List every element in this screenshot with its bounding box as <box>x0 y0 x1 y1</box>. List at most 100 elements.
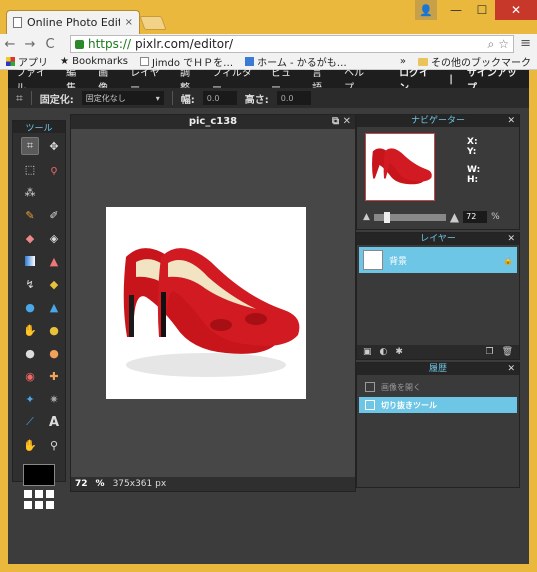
grid-cell <box>24 501 32 509</box>
browser-tab[interactable]: Online Photo Editor × <box>6 10 140 34</box>
lock-icon[interactable]: 🔒 <box>503 256 513 265</box>
empty-slot <box>45 183 63 201</box>
chevron-down-icon: ▾ <box>155 93 160 103</box>
red-eye-tool-icon[interactable]: ◉ <box>21 367 39 385</box>
layers-panel: レイヤー ✕ 背景 🔒 ▣ ◐ ✱ ❐ 🗑 <box>356 232 520 360</box>
reload-icon[interactable]: C <box>44 37 56 52</box>
crop-icon: ⌗ <box>16 90 23 105</box>
stamp-tool-icon[interactable]: ▲ <box>45 252 63 270</box>
zoom-slider[interactable] <box>373 211 446 223</box>
close-window-button[interactable]: ✕ <box>495 0 537 20</box>
more-tools-grid-icon[interactable] <box>24 490 54 509</box>
divider: | <box>449 73 453 85</box>
grid-cell <box>24 490 32 498</box>
navigator-info: X: Y: W: H: <box>467 137 480 185</box>
red-shoes-thumbnail <box>372 148 432 185</box>
lock-icon <box>75 39 84 49</box>
crop-tool-icon[interactable]: ⌗ <box>21 137 39 155</box>
smudge-tool-icon[interactable]: ✋ <box>21 321 39 339</box>
layer-thumbnail <box>363 250 383 270</box>
marquee-tool-icon[interactable]: ⬚ <box>21 160 39 178</box>
url-scheme: https:// <box>88 37 132 51</box>
lasso-tool-icon[interactable]: ϙ <box>45 160 63 178</box>
history-label: 切り抜きツール <box>381 400 437 410</box>
zoom-slider-knob[interactable] <box>383 211 390 223</box>
sharpen-tool-icon[interactable]: ▲ <box>45 298 63 316</box>
zoom-tool-icon[interactable]: ⚲ <box>45 436 63 454</box>
maximize-button[interactable]: ☐ <box>469 0 495 20</box>
forward-icon[interactable]: → <box>24 37 36 52</box>
navigator-title: ナビゲーター <box>410 116 465 126</box>
new-layer-icon[interactable]: ❐ <box>485 347 493 357</box>
trash-icon[interactable]: 🗑 <box>502 347 513 357</box>
navigator-thumbnail[interactable] <box>365 133 435 201</box>
width-label: 幅: <box>180 94 195 106</box>
hand-tool-icon[interactable]: ✋ <box>21 436 39 454</box>
dropdown-value: 固定化なし <box>85 93 126 103</box>
canvas-status-bar: 72 % 375x361 px <box>71 477 355 491</box>
blur-tool-icon[interactable]: ● <box>21 298 39 316</box>
zoom-in-icon[interactable]: ▲ <box>450 210 459 224</box>
constraint-dropdown[interactable]: 固定化なし ▾ <box>81 91 164 105</box>
canvas-title-bar[interactable]: pic_c138 ⧉ ✕ <box>71 115 355 129</box>
divider <box>171 91 173 105</box>
tool-grid: ⌗ ✥ ⬚ ϙ ⁂ ✎ ✐ ◆ ◈ ▲ ↯ ◆ ● ▲ ✋ ● ● ● ◉ ✚ … <box>13 133 65 458</box>
layer-style-icon[interactable]: ✱ <box>395 347 403 357</box>
user-icon[interactable]: 👤 <box>415 0 437 20</box>
bloat-tool-icon[interactable]: ✦ <box>21 390 39 408</box>
y-label: Y: <box>467 147 477 157</box>
history-title: 履歴 <box>428 364 447 374</box>
color-replace-tool-icon[interactable]: ↯ <box>21 275 39 293</box>
window-controls-icon[interactable]: ⧉ ✕ <box>332 115 351 129</box>
pencil-tool-icon[interactable]: ✎ <box>21 206 39 224</box>
gradient-tool-icon[interactable] <box>21 252 39 270</box>
brush-tool-icon[interactable]: ✐ <box>45 206 63 224</box>
wand-tool-icon[interactable]: ⁂ <box>21 183 39 201</box>
new-tab-button[interactable] <box>139 16 167 30</box>
spot-heal-tool-icon[interactable]: ✚ <box>45 367 63 385</box>
dodge-tool-icon[interactable]: ● <box>45 344 63 362</box>
tool-options-bar: ⌗ 固定化: 固定化なし ▾ 幅: 0.0 高さ: 0.0 <box>8 88 529 108</box>
document-title: pic_c138 <box>188 116 238 127</box>
layer-mask-icon[interactable]: ◐ <box>380 347 388 357</box>
sponge-tool-icon[interactable]: ● <box>45 321 63 339</box>
history-panel: 履歴 ✕ 画像を開く 切り抜きツール <box>356 362 520 488</box>
height-label: 高さ: <box>244 94 269 106</box>
bucket-tool-icon[interactable]: ◈ <box>45 229 63 247</box>
history-item[interactable]: 画像を開く <box>359 379 517 395</box>
browser-menu-icon[interactable]: ≡ <box>520 36 531 51</box>
layer-item[interactable]: 背景 🔒 <box>359 247 517 273</box>
tab-close-icon[interactable]: × <box>125 17 133 28</box>
type-tool-icon[interactable]: A <box>45 413 63 431</box>
tools-title: ツール <box>13 121 65 134</box>
height-input[interactable]: 0.0 <box>276 91 311 105</box>
navigator-zoom-percent: % <box>491 212 500 222</box>
close-icon[interactable]: ✕ <box>507 363 515 375</box>
navigator-zoom-input[interactable]: 72 <box>463 211 488 223</box>
color-picker-tool-icon[interactable]: ⟋ <box>21 413 39 431</box>
w-label: W: <box>467 165 481 175</box>
layer-name: 背景 <box>389 256 408 267</box>
burn-tool-icon[interactable]: ● <box>21 344 39 362</box>
layer-settings-icon[interactable]: ▣ <box>363 347 372 357</box>
close-icon[interactable]: ✕ <box>507 115 515 127</box>
zoom-value[interactable]: 72 <box>75 479 88 489</box>
zoom-out-icon[interactable]: ▲ <box>363 212 370 222</box>
navigator-panel: ナビゲーター ✕ X: Y: W: H: ▲ ▲ 72 % <box>356 114 520 230</box>
close-icon[interactable]: ✕ <box>507 233 515 245</box>
divider <box>30 91 32 105</box>
red-shoes-image <box>123 248 300 377</box>
width-input[interactable]: 0.0 <box>202 91 237 105</box>
drawing-tool-icon[interactable]: ◆ <box>45 275 63 293</box>
color-swatch[interactable] <box>23 464 55 486</box>
back-icon[interactable]: ← <box>4 37 16 52</box>
zoom-icon[interactable]: ⌕ <box>488 37 495 52</box>
history-item-selected[interactable]: 切り抜きツール <box>359 397 517 413</box>
move-tool-icon[interactable]: ✥ <box>45 137 63 155</box>
address-bar[interactable]: https:// pixlr.com/editor/ ⌕ ☆ <box>70 35 514 53</box>
minimize-button[interactable]: — <box>443 0 469 20</box>
pinch-tool-icon[interactable]: ✷ <box>45 390 63 408</box>
bookmark-star-icon[interactable]: ☆ <box>498 37 509 51</box>
eraser-tool-icon[interactable]: ◆ <box>21 229 39 247</box>
canvas-stage[interactable] <box>71 129 355 477</box>
